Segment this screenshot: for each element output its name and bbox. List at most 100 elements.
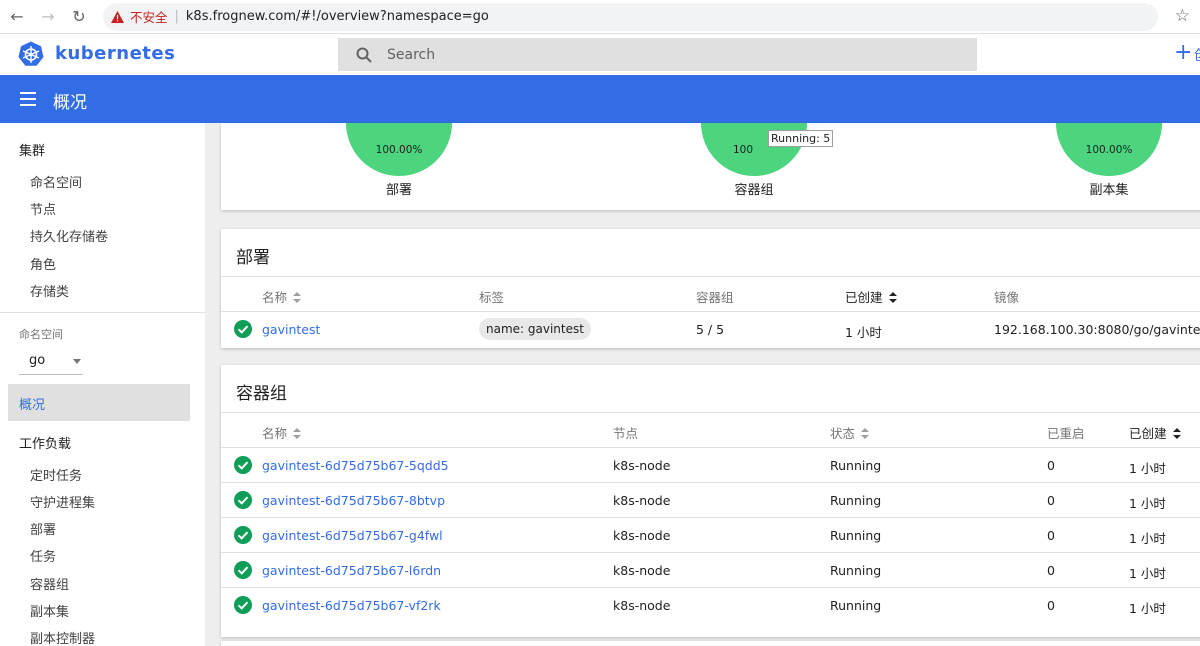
replicasets-status-chart[interactable]: 100.00% xyxy=(1056,123,1162,176)
sidebar-section-workloads[interactable]: 工作负载 xyxy=(19,433,71,452)
chart-label: 部署 xyxy=(385,183,412,198)
pod-name-link[interactable]: gavintest-6d75d75b67-vf2rk xyxy=(262,598,441,613)
page-title: 概况 xyxy=(53,93,87,113)
sidebar-item-cronjobs[interactable]: 定时任务 xyxy=(30,465,82,484)
sidebar-item-jobs[interactable]: 任务 xyxy=(30,546,56,565)
deployment-name-link[interactable]: gavintest xyxy=(262,322,320,337)
pod-created: 1 小时 xyxy=(1129,566,1166,581)
check-circle-icon xyxy=(234,491,252,509)
table-row: gavintest-6d75d75b67-g4fwl k8s-node Runn… xyxy=(221,518,1200,553)
sort-icon[interactable] xyxy=(888,292,897,303)
k8s-header: kubernetes Search + 创 xyxy=(0,34,1200,75)
sidebar-item-deployments[interactable]: 部署 xyxy=(30,519,56,538)
pod-restarts: 0 xyxy=(1047,598,1055,613)
chart-label: 容器组 xyxy=(734,183,774,198)
check-circle-icon xyxy=(234,320,252,338)
pod-node: k8s-node xyxy=(613,528,671,543)
created-age: 1 小时 xyxy=(845,325,882,340)
sidebar-item-pods[interactable]: 容器组 xyxy=(30,574,69,593)
deployments-card: 部署 名称 标签 容器组 已创建 镜像 gavintest name: gavi… xyxy=(221,229,1200,348)
sidebar-item-persistent-volumes[interactable]: 持久化存储卷 xyxy=(30,226,108,245)
card-title: 容器组 xyxy=(236,384,287,404)
pod-node: k8s-node xyxy=(613,598,671,613)
chart-percent: 100 xyxy=(733,143,754,156)
search-input[interactable]: Search xyxy=(338,38,977,71)
pod-name-link[interactable]: gavintest-6d75d75b67-g4fwl xyxy=(262,528,443,543)
workload-status-card: 100.00% 部署 100 Running: 5 容器组 100.00% 副本… xyxy=(221,123,1200,210)
column-pods: 容器组 xyxy=(696,290,734,305)
column-created[interactable]: 已创建 xyxy=(1129,423,1181,442)
back-icon[interactable]: ← xyxy=(3,3,31,31)
column-restarts: 已重启 xyxy=(1047,426,1085,441)
create-plus-icon[interactable]: + xyxy=(1174,40,1192,65)
table-row: gavintest-6d75d75b67-5qdd5 k8s-node Runn… xyxy=(221,448,1200,483)
chart-percent: 100.00% xyxy=(1085,143,1133,156)
forward-icon[interactable]: → xyxy=(34,3,62,31)
sidebar-item-overview[interactable]: 概况 xyxy=(8,384,190,421)
insecure-label: 不安全 xyxy=(130,10,168,25)
pods-card: 容器组 名称 节点 状态 已重启 已创建 gavintest-6d75d75b6… xyxy=(221,365,1200,637)
namespace-label: 命名空间 xyxy=(19,328,63,341)
pod-created: 1 小时 xyxy=(1129,601,1166,616)
sort-icon[interactable] xyxy=(1172,428,1181,439)
sidebar-item-replicasets[interactable]: 副本集 xyxy=(30,601,69,620)
table-header: 名称 节点 状态 已重启 已创建 xyxy=(221,412,1200,448)
pod-status: Running xyxy=(830,493,882,508)
column-created[interactable]: 已创建 xyxy=(845,287,897,306)
column-name[interactable]: 名称 xyxy=(262,423,302,442)
sidebar: 集群 命名空间 节点 持久化存储卷 角色 存储类 命名空间 go 概况 工作负载… xyxy=(0,123,205,646)
pod-status: Running xyxy=(830,563,882,578)
sort-icon[interactable] xyxy=(293,292,302,303)
check-circle-icon xyxy=(234,456,252,474)
sidebar-section-cluster[interactable]: 集群 xyxy=(19,140,45,159)
sort-icon[interactable] xyxy=(861,428,870,439)
pod-node: k8s-node xyxy=(613,563,671,578)
pod-restarts: 0 xyxy=(1047,528,1055,543)
table-row: gavintest-6d75d75b67-l6rdn k8s-node Runn… xyxy=(221,553,1200,588)
reload-icon[interactable]: ↻ xyxy=(65,3,93,31)
check-circle-icon xyxy=(234,596,252,614)
column-name[interactable]: 名称 xyxy=(262,287,302,306)
sort-icon[interactable] xyxy=(293,428,302,439)
pods-count: 5 / 5 xyxy=(696,322,725,337)
check-circle-icon xyxy=(234,526,252,544)
chart-percent: 100.00% xyxy=(375,143,423,156)
sidebar-item-nodes[interactable]: 节点 xyxy=(30,199,56,218)
address-bar[interactable]: 不安全 | k8s.frognew.com/#!/overview?namesp… xyxy=(103,2,1190,31)
pod-restarts: 0 xyxy=(1047,493,1055,508)
pod-status: Running xyxy=(830,528,882,543)
table-row: gavintest name: gavintest 5 / 5 1 小时 192… xyxy=(221,312,1200,347)
sidebar-item-daemonsets[interactable]: 守护进程集 xyxy=(30,492,95,511)
namespace-select[interactable]: go xyxy=(19,349,83,375)
check-circle-icon xyxy=(234,561,252,579)
pod-created: 1 小时 xyxy=(1129,531,1166,546)
sidebar-item-roles[interactable]: 角色 xyxy=(30,254,56,273)
column-images: 镜像 xyxy=(994,290,1020,305)
pod-name-link[interactable]: gavintest-6d75d75b67-5qdd5 xyxy=(262,458,449,473)
namespace-value: go xyxy=(29,353,46,368)
pod-restarts: 0 xyxy=(1047,458,1055,473)
pod-node: k8s-node xyxy=(613,493,671,508)
create-label[interactable]: 创 xyxy=(1194,45,1200,65)
search-icon xyxy=(356,47,372,63)
url-text: k8s.frognew.com/#!/overview?namespace=go xyxy=(185,9,489,24)
sidebar-item-replication-controllers[interactable]: 副本控制器 xyxy=(30,628,95,646)
pod-name-link[interactable]: gavintest-6d75d75b67-8btvp xyxy=(262,493,445,508)
image-name: 192.168.100.30:8080/go/gavintest:... xyxy=(994,322,1200,337)
chevron-down-icon xyxy=(73,359,81,364)
pod-status: Running xyxy=(830,458,882,473)
kubernetes-logo-icon[interactable] xyxy=(18,41,44,67)
menu-icon[interactable] xyxy=(20,92,36,106)
label-chip: name: gavintest xyxy=(479,318,591,340)
pod-status: Running xyxy=(830,598,882,613)
pod-node: k8s-node xyxy=(613,458,671,473)
sidebar-item-storage-classes[interactable]: 存储类 xyxy=(30,281,69,300)
pod-name-link[interactable]: gavintest-6d75d75b67-l6rdn xyxy=(262,563,441,578)
sidebar-item-namespaces[interactable]: 命名空间 xyxy=(30,172,82,191)
bookmark-star-icon[interactable]: ☆ xyxy=(1175,6,1190,26)
chart-tooltip: Running: 5 xyxy=(768,130,834,147)
brand-name[interactable]: kubernetes xyxy=(55,43,175,64)
deployments-status-chart[interactable]: 100.00% xyxy=(346,123,452,176)
search-placeholder: Search xyxy=(387,46,436,63)
column-status[interactable]: 状态 xyxy=(830,423,870,442)
